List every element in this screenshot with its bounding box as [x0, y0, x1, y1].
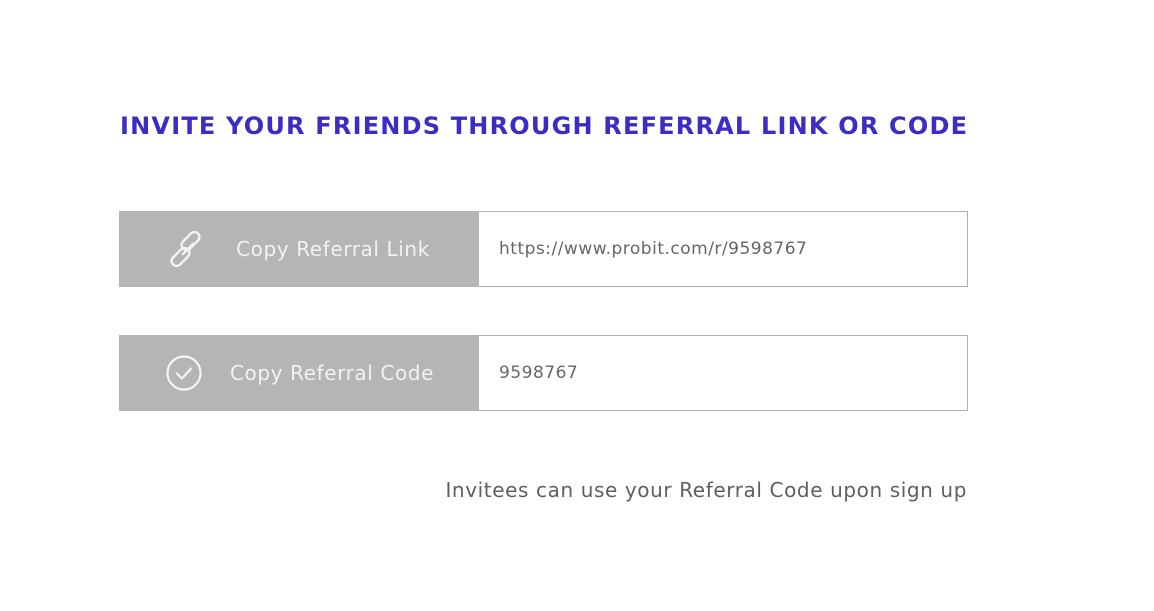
copy-referral-link-label: Copy Referral Link — [236, 237, 430, 261]
referral-code-box — [479, 335, 968, 411]
link-icon — [168, 229, 208, 269]
copy-referral-link-button[interactable]: Copy Referral Link — [119, 211, 479, 287]
referral-note: Invitees can use your Referral Code upon… — [445, 478, 967, 502]
page-title: INVITE YOUR FRIENDS THROUGH REFERRAL LIN… — [120, 112, 969, 140]
copy-referral-code-label: Copy Referral Code — [229, 361, 434, 385]
referral-link-row: Copy Referral Link — [119, 211, 968, 287]
referral-link-field[interactable] — [499, 239, 967, 259]
copy-referral-code-button[interactable]: Copy Referral Code — [119, 335, 479, 411]
referral-link-box — [479, 211, 968, 287]
referral-code-row: Copy Referral Code — [119, 335, 968, 411]
referral-code-field[interactable] — [499, 363, 967, 383]
check-circle-icon — [164, 353, 204, 393]
